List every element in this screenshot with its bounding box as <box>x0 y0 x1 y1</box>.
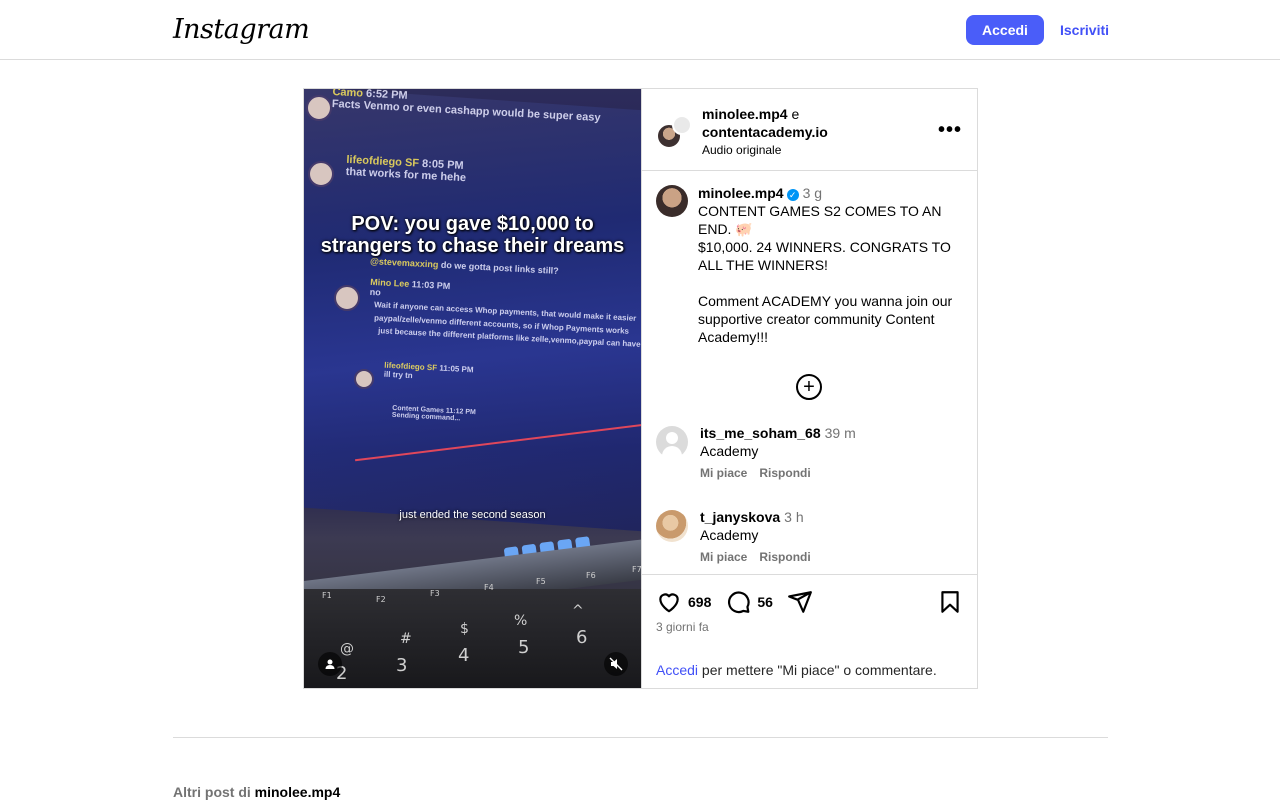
audio-link[interactable]: Audio originale <box>702 142 922 158</box>
chat-avatar <box>308 161 334 187</box>
signup-link[interactable]: Iscriviti <box>1060 22 1109 38</box>
divider <box>173 737 1108 738</box>
avatar[interactable] <box>656 426 688 458</box>
more-posts-user-link[interactable]: minolee.mp4 <box>255 784 341 800</box>
post-video[interactable]: Camo 6:52 PM Facts Venmo or even cashapp … <box>304 89 641 688</box>
post-details-panel: minolee.mp4 e contentacademy.io Audio or… <box>641 89 978 688</box>
author-username[interactable]: minolee.mp4 <box>702 106 788 122</box>
post-header: minolee.mp4 e contentacademy.io Audio or… <box>642 89 978 171</box>
comment-text: Academy <box>700 527 759 543</box>
top-bar: Instagram Accedi Iscriviti <box>0 0 1280 60</box>
more-posts-heading: Altri post di minolee.mp4 <box>173 784 341 800</box>
plus-circle-icon[interactable]: + <box>796 374 822 400</box>
chat-avatar <box>306 95 332 121</box>
comments-list[interactable]: minolee.mp4 ✓ 3 g CONTENT GAMES S2 COMES T… <box>642 172 978 574</box>
avatar[interactable] <box>656 185 688 217</box>
post-authors: minolee.mp4 e contentacademy.io Audio or… <box>702 105 922 158</box>
collaborator-username[interactable]: contentacademy.io <box>702 124 828 140</box>
comment-icon[interactable] <box>725 589 751 615</box>
user-tag-icon <box>325 659 335 669</box>
like-comment-button[interactable]: Mi piace <box>700 550 747 564</box>
instagram-logo[interactable]: Instagram <box>173 14 310 45</box>
mute-toggle-button[interactable] <box>604 652 628 676</box>
comment-time: 39 m <box>824 425 856 441</box>
muted-icon <box>609 657 623 671</box>
post-actions: 698 56 3 giorni fa Accedi per mettere "M… <box>642 574 978 688</box>
collab-avatars[interactable] <box>656 115 692 149</box>
caption-text: CONTENT GAMES S2 COMES TO AN END. 🐖 $10,… <box>698 203 953 345</box>
login-prompt: Accedi per mettere "Mi piace" o commenta… <box>656 662 937 678</box>
video-overlay-title: POV: you gave $10,000 to strangers to ch… <box>320 213 625 257</box>
bookmark-icon[interactable] <box>937 589 963 615</box>
comment-count[interactable]: 56 <box>757 594 773 610</box>
share-icon[interactable] <box>787 589 813 615</box>
post-card: Camo 6:52 PM Facts Venmo or even cashapp … <box>303 88 978 689</box>
more-icon[interactable]: ••• <box>938 119 962 142</box>
video-subtitle: just ended the second season <box>399 509 546 521</box>
comment-time: 3 h <box>784 509 804 525</box>
avatar[interactable] <box>656 510 688 542</box>
caption-username[interactable]: minolee.mp4 <box>698 185 784 201</box>
comment-text: Academy <box>700 443 759 459</box>
like-comment-button[interactable]: Mi piace <box>700 466 747 480</box>
avatar <box>672 115 692 135</box>
chat-avatar <box>334 285 360 311</box>
caption-time: 3 g <box>802 185 823 201</box>
login-link[interactable]: Accedi <box>656 662 698 678</box>
login-button[interactable]: Accedi <box>966 15 1044 45</box>
heart-icon[interactable] <box>656 589 682 615</box>
chat-line: Mino Lee 11:03 PM no <box>369 276 451 298</box>
reply-button[interactable]: Rispondi <box>759 550 810 564</box>
comment-username[interactable]: its_me_soham_68 <box>700 425 821 441</box>
comment-username[interactable]: t_janyskova <box>700 509 780 525</box>
reply-button[interactable]: Rispondi <box>759 466 810 480</box>
post-date: 3 giorni fa <box>656 620 709 634</box>
verified-icon: ✓ <box>786 189 799 201</box>
like-count[interactable]: 698 <box>688 594 711 610</box>
chat-avatar <box>354 369 374 389</box>
laptop-keyboard: F1 F2 F3 F4 F5 F6 F7 @ # $ % ^ 2 3 4 5 6 <box>304 565 641 688</box>
tagged-users-button[interactable] <box>318 652 342 676</box>
